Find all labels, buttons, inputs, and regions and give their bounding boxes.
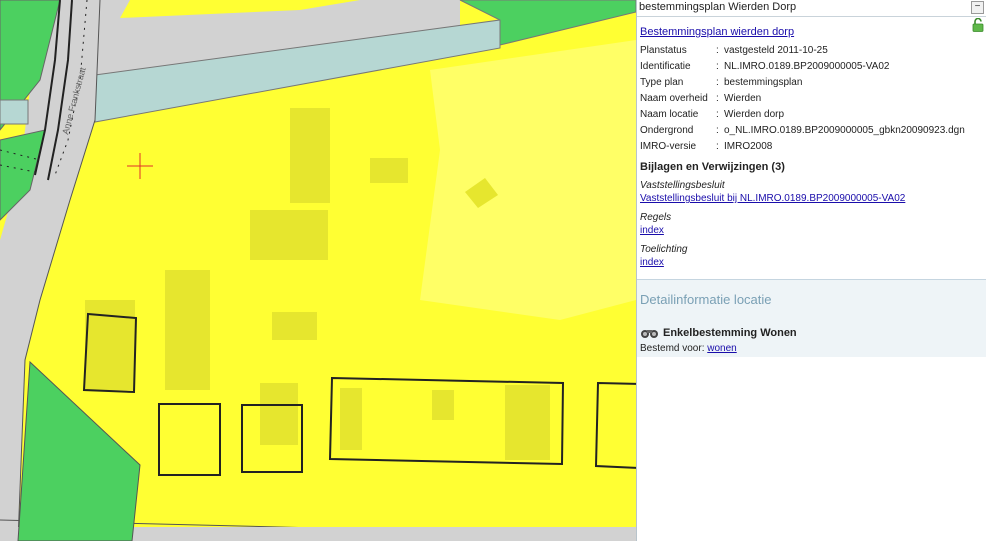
doc-link-regels[interactable]: index — [640, 224, 671, 237]
info-row: Identificatie: NL.IMRO.0189.BP2009000005-… — [640, 58, 965, 74]
info-row: Naam overheid: Wierden — [640, 90, 965, 106]
unlock-icon[interactable] — [972, 18, 984, 32]
detail-section: Detailinformatie locatie Enkelbestemming… — [637, 279, 986, 357]
info-key: Naam overheid — [640, 92, 708, 104]
doc-link-toelichting[interactable]: index — [640, 256, 687, 269]
collapse-button[interactable]: − — [971, 1, 984, 14]
enkelbestemming-heading: Enkelbestemming Wonen — [640, 327, 797, 339]
info-separator: : — [716, 44, 719, 56]
info-separator: : — [716, 60, 719, 72]
zone-wonen-light — [420, 40, 636, 320]
info-key: Naam locatie — [640, 108, 699, 120]
bestemd-voor: Bestemd voor: wonen — [640, 343, 737, 354]
info-value: Wierden dorp — [724, 108, 785, 120]
water-left — [0, 99, 29, 125]
info-row: IMRO-versie: IMRO2008 — [640, 138, 965, 154]
info-key: Type plan — [640, 76, 684, 88]
info-value: NL.IMRO.0189.BP2009000005-VA02 — [724, 60, 890, 72]
doc-category: Toelichting — [640, 244, 688, 255]
info-row: Ondergrond: o_NL.IMRO.0189.BP2009000005_g… — [640, 122, 965, 138]
info-row: Type plan: bestemmingsplan — [640, 74, 965, 90]
binoculars-icon — [641, 330, 658, 338]
bestemd-link-wonen[interactable]: wonen — [707, 343, 736, 354]
map-view[interactable]: Anne Frankstraat — [0, 0, 636, 541]
bijlagen-title: Bijlagen en Verwijzingen (3) — [640, 161, 785, 173]
info-key: Identificatie — [640, 60, 691, 72]
info-separator: : — [716, 108, 719, 120]
info-row: Naam locatie: Wierden dorp — [640, 106, 965, 122]
info-value: vastgesteld 2011-10-25 — [724, 44, 828, 56]
plan-name-link[interactable]: Bestemmingsplan wierden dorp — [640, 26, 794, 38]
panel-header: bestemmingsplan Wierden Dorp − — [637, 0, 986, 17]
info-value: IMRO2008 — [724, 140, 773, 152]
info-row: Planstatus: vastgesteld 2011-10-25 — [640, 42, 965, 58]
doc-toelichting: Toelichting index — [640, 243, 687, 269]
plan-info-table: Planstatus: vastgesteld 2011-10-25 Identif… — [640, 42, 965, 154]
detail-title: Detailinformatie locatie — [640, 292, 772, 307]
info-value: o_NL.IMRO.0189.BP2009000005_gbkn20090923… — [724, 124, 965, 136]
info-key: IMRO-versie — [640, 140, 697, 152]
doc-regels: Regels index — [640, 211, 671, 237]
bestemd-label: Bestemd voor: — [640, 343, 705, 354]
info-key: Ondergrond — [640, 124, 694, 136]
enkelbestemming-title: Enkelbestemming Wonen — [663, 327, 797, 339]
info-separator: : — [716, 124, 719, 136]
info-value: bestemmingsplan — [724, 76, 803, 88]
doc-link-vaststellingsbesluit[interactable]: Vaststellingsbesluit bij NL.IMRO.0189.BP… — [640, 192, 905, 205]
info-separator: : — [716, 76, 719, 88]
info-panel: bestemmingsplan Wierden Dorp − Bestemmin… — [636, 0, 986, 541]
info-key: Planstatus — [640, 44, 687, 56]
info-separator: : — [716, 140, 719, 152]
doc-category: Vaststellingsbesluit — [640, 180, 725, 191]
info-value: Wierden — [724, 92, 762, 104]
map-canvas[interactable]: Anne Frankstraat — [0, 0, 636, 541]
doc-category: Regels — [640, 212, 672, 223]
doc-vaststellingsbesluit: Vaststellingsbesluit Vaststellingsbeslui… — [640, 179, 905, 205]
panel-title: bestemmingsplan Wierden Dorp — [639, 1, 797, 13]
info-separator: : — [716, 92, 719, 104]
